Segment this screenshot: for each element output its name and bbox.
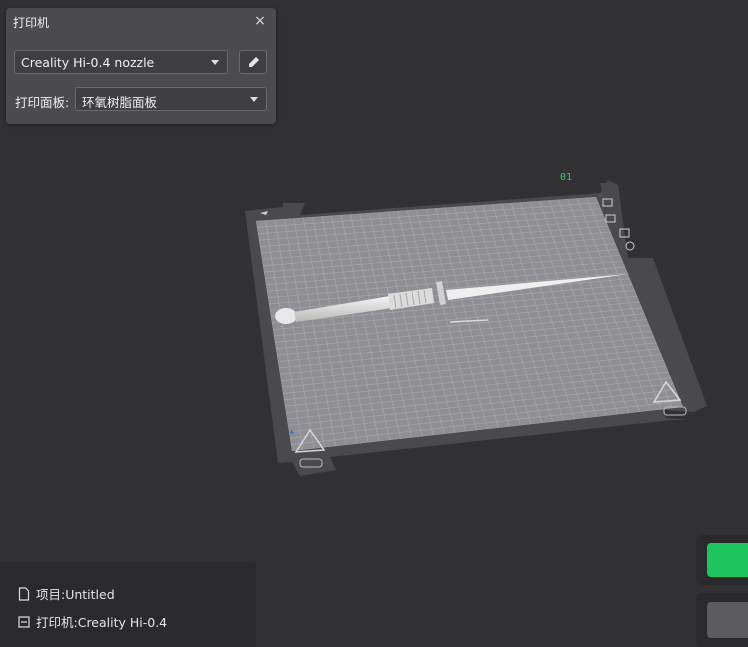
- slice-button[interactable]: [707, 543, 748, 577]
- project-name: 项目:Untitled: [36, 587, 115, 602]
- printer-panel-title: 打印机: [13, 16, 50, 30]
- printer-name: 打印机:Creality Hi-0.4: [36, 615, 168, 630]
- printer-panel: 打印机 × Creality Hi-0.4 nozzle 打印面板: 环氧树脂面…: [6, 8, 276, 124]
- edit-printer-button[interactable]: [239, 50, 267, 74]
- build-plate[interactable]: 01: [245, 172, 707, 476]
- plate-type-select[interactable]: 环氧树脂面板: [75, 87, 267, 111]
- plate-number: 01: [560, 172, 572, 183]
- project-info-row: 项目:Untitled: [18, 584, 115, 603]
- close-icon[interactable]: ×: [252, 13, 268, 29]
- printer-select[interactable]: Creality Hi-0.4 nozzle: [14, 50, 228, 74]
- pencil-icon: [249, 57, 259, 67]
- plate-type-label: 打印面板:: [15, 95, 70, 110]
- chevron-down-icon: [211, 60, 219, 65]
- project-info-panel: 项目:Untitled 打印机:Creality Hi-0.4: [0, 562, 256, 647]
- printer-panel-header: 打印机 ×: [6, 8, 276, 36]
- printer-icon: [18, 616, 30, 628]
- plate-type-value: 环氧树脂面板: [82, 95, 158, 110]
- export-button[interactable]: [707, 602, 748, 638]
- chevron-down-icon: [250, 97, 258, 102]
- settings-icon[interactable]: [625, 241, 635, 251]
- file-icon: [18, 587, 30, 601]
- printer-info-row: 打印机:Creality Hi-0.4: [18, 612, 167, 631]
- printer-select-value: Creality Hi-0.4 nozzle: [21, 55, 155, 70]
